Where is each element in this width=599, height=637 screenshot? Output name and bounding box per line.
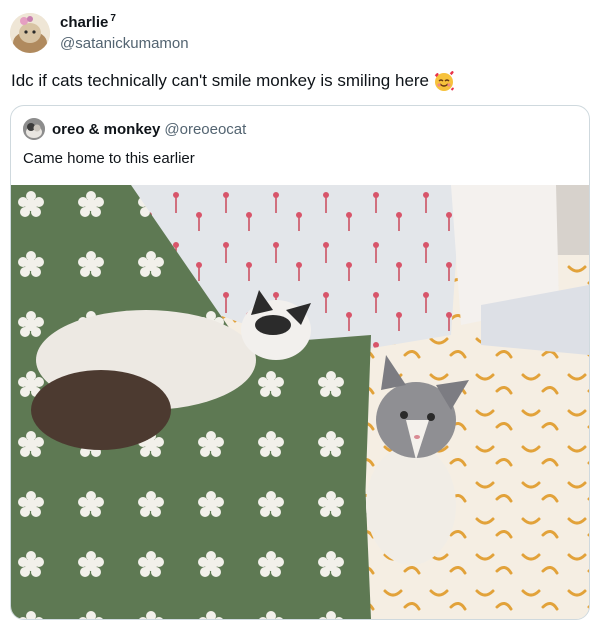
quote-author-line[interactable]: oreo & monkey @oreoeocat xyxy=(52,121,246,138)
author-name-text: charlie xyxy=(60,14,109,31)
author-badge: 7 xyxy=(110,13,116,24)
cats-on-bed-image xyxy=(11,185,589,619)
quoted-tweet-card[interactable]: oreo & monkey @oreoeocat Came home to thi… xyxy=(10,105,590,620)
quote-author-avatar[interactable] xyxy=(23,118,45,140)
author-display-name[interactable]: charlie 7 xyxy=(60,13,116,31)
quote-text: Came home to this earlier xyxy=(23,150,195,167)
smiling-face-with-hearts-icon xyxy=(434,71,454,91)
quote-display-name: oreo & monkey xyxy=(52,121,161,138)
tweet-text-row: Idc if cats technically can't smile monk… xyxy=(11,70,455,92)
avatar-image xyxy=(10,13,50,53)
author-handle[interactable]: @satanickumamon xyxy=(60,35,189,52)
quote-avatar-image xyxy=(23,118,45,140)
author-avatar[interactable] xyxy=(10,13,50,53)
quote-photo[interactable] xyxy=(11,185,589,619)
tweet-text: Idc if cats technically can't smile monk… xyxy=(11,71,430,90)
quote-handle: @oreoeocat xyxy=(164,121,247,138)
